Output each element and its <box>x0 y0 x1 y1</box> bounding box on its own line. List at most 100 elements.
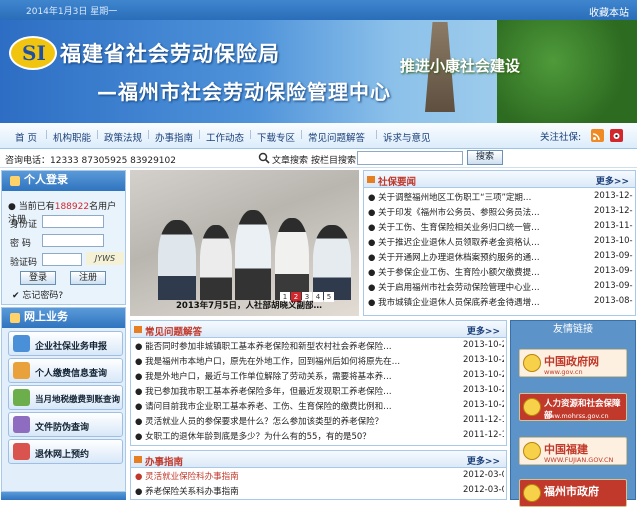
faq-item[interactable]: ● 我是福州市本地户口，原先在外地工作，回到福州后如何将原先在… 2013-10-… <box>135 355 504 367</box>
login-button[interactable]: 登录 <box>20 271 56 285</box>
faq-item-date: 2011-12-12 <box>463 415 504 425</box>
nav-faq[interactable]: 常见问题解答 <box>308 130 365 144</box>
news-item[interactable]: ● 关于推迟企业退休人员领取养老金资格认…2013-10-28 <box>368 236 633 248</box>
guide-more-link[interactable]: 更多>> <box>467 454 500 467</box>
news-slideshow[interactable]: 12345 2013年7月5日，人社部胡晓义副部… <box>130 170 359 316</box>
faq-item-date: 2013-10-29 <box>463 385 504 395</box>
faq-item-text: 能否同时参加非城镇职工基本养老保险和新型农村社会养老保险… <box>145 342 392 352</box>
register-button[interactable]: 注册 <box>70 271 106 285</box>
nav-home[interactable]: 首 页 <box>15 130 37 144</box>
nav-functions[interactable]: 机构职能 <box>53 130 91 144</box>
photo-person <box>275 218 309 300</box>
slide-caption[interactable]: 2013年7月5日，人社部胡晓义副部… <box>176 299 322 311</box>
news-item[interactable]: ● 关于参保企业工伤、生育险小额欠缴费提…2013-09-09 <box>368 266 633 278</box>
favorite-link[interactable]: 收藏本站 <box>589 4 629 19</box>
service-enterprise-declare[interactable]: 企业社保业务申报 <box>8 331 123 356</box>
section-icon <box>367 176 375 183</box>
news-more-link[interactable]: 更多>> <box>596 174 629 187</box>
faq-item[interactable]: ● 女职工的退休年龄到底是多少？为什么有的55，有的是50？2011-12-12 <box>135 430 504 442</box>
faq-panel: 常见问题解答 更多>> ● 能否同时参加非城镇职工基本养老保险和新型农村社会养老保… <box>130 320 507 446</box>
forgot-password-link[interactable]: ✔ 忘记密码? <box>12 288 63 301</box>
rss-icon[interactable] <box>591 129 604 142</box>
faq-item[interactable]: ● 我是外地户口，最近与工作单位解除了劳动关系，需要将基本养…2013-10-2… <box>135 370 504 382</box>
captcha-input[interactable] <box>42 253 82 266</box>
service-label: 个人缴费信息查询 <box>35 369 108 379</box>
logo-letters: SI <box>22 41 46 65</box>
guide-header: 办事指南 更多>> <box>131 451 506 468</box>
service-tax-arrival[interactable]: 当月地税缴费到账查询 <box>8 385 123 410</box>
friend-links-title: 友情链接 <box>553 324 593 335</box>
news-header: 社保要闻 更多>> <box>364 171 635 188</box>
faq-item[interactable]: ● 灵活就业人员的参保要求是什么？怎么参加该类型的养老保险？2011-12-12 <box>135 415 504 427</box>
faq-item[interactable]: ● 能否同时参加非城镇职工基本养老保险和新型农村社会养老保险…2013-10-2… <box>135 340 504 352</box>
logo-icon: SI <box>9 36 57 70</box>
nav-separator: | <box>147 130 151 140</box>
service-label: 文件防伪查询 <box>35 423 90 433</box>
book-icon <box>13 389 30 406</box>
news-item[interactable]: ● 关于印发《福州市公务员、参照公务员法…2013-12-05 <box>368 206 633 218</box>
nav-feedback[interactable]: 诉求与意见 <box>383 130 431 144</box>
emblem-icon <box>523 354 541 372</box>
link-mohrss[interactable]: 人力资源和社会保障部 www.mohrss.gov.cn <box>519 393 627 421</box>
faq-header: 常见问题解答 更多>> <box>131 321 506 338</box>
faq-item[interactable]: ● 我已参加我市职工基本养老保险多年，但最近发现职工养老保险…2013-10-2… <box>135 385 504 397</box>
guide-item[interactable]: ● 养老保险关系科办事指南2012-03-05 <box>135 485 504 497</box>
id-input[interactable] <box>42 215 104 228</box>
service-anti-fake[interactable]: 文件防伪查询 <box>8 412 123 437</box>
captcha-image[interactable]: JYWS <box>86 252 124 265</box>
nav-policy[interactable]: 政策法规 <box>104 130 142 144</box>
link-fujian[interactable]: 中国福建 WWW.FUJIAN.GOV.CN <box>519 437 627 465</box>
news-item[interactable]: ● 关于开通网上办理退休档案预约服务的通…2013-09-30 <box>368 251 633 263</box>
news-item[interactable]: ● 关于启用福州市社会劳动保险管理中心业…2013-09-03 <box>368 281 633 293</box>
faq-more-link[interactable]: 更多>> <box>467 324 500 337</box>
news-item-text: 关于工伤、生育保险相关业务归口统一管… <box>378 223 540 233</box>
emblem-icon <box>523 484 541 502</box>
news-item-text: 关于开通网上办理退休档案预约服务的通… <box>378 253 540 263</box>
search-button[interactable]: 搜索 <box>467 150 503 165</box>
nav-download[interactable]: 下载专区 <box>257 130 295 144</box>
section-icon <box>134 326 142 333</box>
guide-panel: 办事指南更多>> ● 灵活就业保险科办事指南2012-03-05 ● 养老保险关… <box>130 450 507 500</box>
faq-item[interactable]: ● 请问目前我市企业职工基本养老、工伤、生育保险的缴费比例和…2013-10-2… <box>135 400 504 412</box>
news-item[interactable]: ● 关于工伤、生育保险相关业务归口统一管…2013-11-25 <box>368 221 633 233</box>
nav-separator: | <box>96 130 100 140</box>
date-text: 2014年1月3日 星期一 <box>26 7 118 17</box>
guide-item-text: 灵活就业保险科办事指南 <box>145 472 239 482</box>
news-item[interactable]: ● 我市城镇企业退休人员保底养老金待遇增…2013-08-22 <box>368 296 633 308</box>
photo-person <box>200 225 232 300</box>
contact-search-bar: 咨询电话：12333 87305925 83929102 文章搜索 按栏目搜索 … <box>0 149 637 168</box>
faq-item-date: 2011-12-12 <box>463 430 504 440</box>
search-input[interactable] <box>357 151 463 165</box>
guide-item-text: 养老保险关系科办事指南 <box>145 487 239 497</box>
service-retire-booking[interactable]: 退休网上预约 <box>8 439 123 464</box>
nav-guide[interactable]: 办事指南 <box>155 130 193 144</box>
nav-news[interactable]: 工作动态 <box>206 130 244 144</box>
link-fuzhou[interactable]: 福州市政府 <box>519 479 627 507</box>
news-item-date: 2013-10-28 <box>594 236 633 246</box>
person-search-icon <box>13 362 30 379</box>
slogan-text: 推进小康社会建设 <box>400 57 521 75</box>
weibo-icon[interactable] <box>610 129 623 142</box>
slide-dot[interactable]: 5 <box>324 292 334 302</box>
guide-item[interactable]: ● 灵活就业保险科办事指南2012-03-05 <box>135 470 504 482</box>
service-personal-payment[interactable]: 个人缴费信息查询 <box>8 358 123 383</box>
site-title: 福建省社会劳动保险局 <box>60 42 280 66</box>
faq-item-date: 2013-10-29 <box>463 340 504 350</box>
id-label: 身份证 <box>10 220 38 230</box>
guide-item-date: 2012-03-05 <box>463 470 504 480</box>
column-search-label[interactable]: 按栏目搜索 <box>311 153 356 166</box>
link-gov-cn[interactable]: 中国政府网 www.gov.cn <box>519 349 627 377</box>
link-url: www.mohrss.gov.cn <box>544 412 609 420</box>
news-item-text: 关于参保企业工伤、生育险小额欠缴费提… <box>378 268 540 278</box>
news-item[interactable]: ● 关于调整福州地区工伤职工“三项”定期…2013-12-16 <box>368 191 633 203</box>
news-item-date: 2013-09-03 <box>594 281 633 291</box>
news-title: 社保要闻 <box>378 177 417 188</box>
magnifier-icon <box>13 416 30 433</box>
calendar-icon <box>13 443 30 460</box>
password-input[interactable] <box>42 234 104 247</box>
article-search-label[interactable]: 文章搜索 <box>272 153 308 166</box>
link-name: 福州市政府 <box>544 485 599 498</box>
news-item-text: 关于印发《福州市公务员、参照公务员法… <box>378 208 540 218</box>
news-item-date: 2013-08-22 <box>594 296 633 306</box>
nav-separator: | <box>45 130 49 140</box>
